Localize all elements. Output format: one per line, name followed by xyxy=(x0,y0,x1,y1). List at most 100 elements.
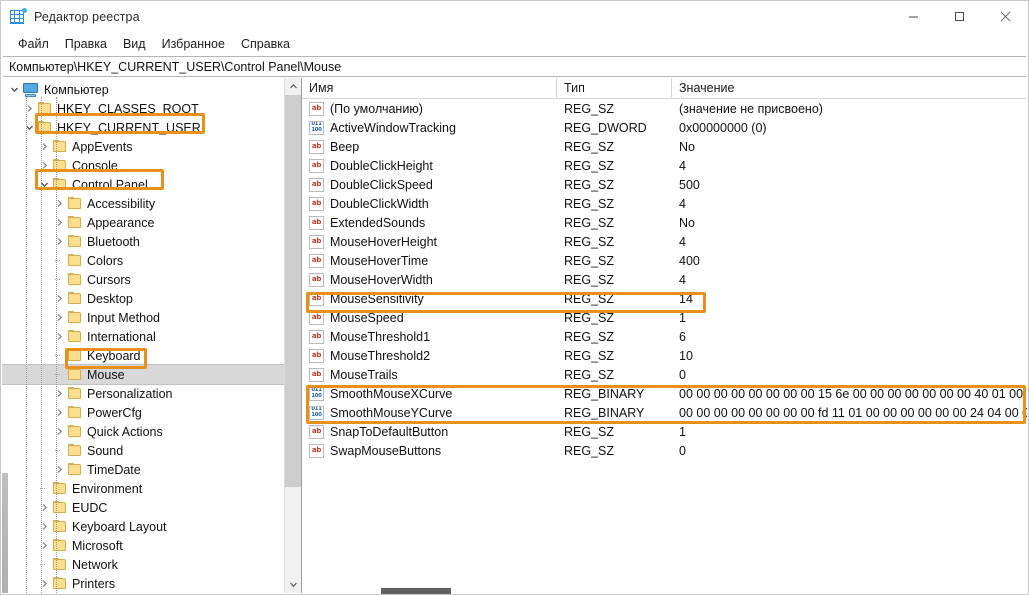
chevron-up-icon[interactable] xyxy=(285,78,301,95)
chevron-down-icon[interactable] xyxy=(6,80,22,99)
chevron-right-icon[interactable] xyxy=(36,137,52,156)
chevron-right-icon[interactable] xyxy=(51,403,67,422)
table-row[interactable]: ab DoubleClickSpeed REG_SZ 500 xyxy=(302,175,1027,194)
tree-item-colors[interactable]: Colors xyxy=(2,251,284,270)
value-data: 4 xyxy=(679,158,686,173)
binary-value-icon: 011 100 xyxy=(309,120,324,135)
tree-item-label: PowerCfg xyxy=(87,405,142,420)
registry-tree[interactable]: Компьютер HKEY_CLASSES_ROOT HKEY_CURRENT_U… xyxy=(2,78,284,593)
menu-item-файл[interactable]: Файл xyxy=(10,35,57,54)
tree-item-microsoft[interactable]: Microsoft xyxy=(2,536,284,555)
tree-item-hkey-current-user[interactable]: HKEY_CURRENT_USER xyxy=(2,118,284,137)
tree-item-accessibility[interactable]: Accessibility xyxy=(2,194,284,213)
chevron-right-icon[interactable] xyxy=(51,460,67,479)
menu-item-правка[interactable]: Правка xyxy=(57,35,115,54)
table-row[interactable]: ab MouseThreshold1 REG_SZ 6 xyxy=(302,327,1027,346)
menu-item-вид[interactable]: Вид xyxy=(115,35,154,54)
menu-item-справка[interactable]: Справка xyxy=(233,35,298,54)
tree-item-printers[interactable]: Printers xyxy=(2,574,284,593)
tree-item-control-panel[interactable]: Control Panel xyxy=(2,175,284,194)
tree-item-eudc[interactable]: EUDC xyxy=(2,498,284,517)
address-bar[interactable]: Компьютер\HKEY_CURRENT_USER\Control Pane… xyxy=(3,56,1026,77)
table-row[interactable]: ab MouseHoverWidth REG_SZ 4 xyxy=(302,270,1027,289)
table-row[interactable]: ab MouseHoverTime REG_SZ 400 xyxy=(302,251,1027,270)
tree-item-timedate[interactable]: TimeDate xyxy=(2,460,284,479)
chevron-down-icon[interactable] xyxy=(21,118,37,137)
value-data-cell: 14 xyxy=(672,290,1027,308)
menu-item-избранное[interactable]: Избранное xyxy=(154,35,233,54)
tree-item-mouse[interactable]: Mouse xyxy=(2,364,284,385)
tree-scrollbar-thumb[interactable] xyxy=(285,95,301,487)
tree-guide-line xyxy=(26,97,27,593)
chevron-down-icon[interactable] xyxy=(36,175,52,194)
tree-item-network[interactable]: Network xyxy=(2,555,284,574)
column-header-value[interactable]: Значение xyxy=(672,78,1027,98)
chevron-right-icon[interactable] xyxy=(51,213,67,232)
value-data: 6 xyxy=(679,329,686,344)
tree-item-personalization[interactable]: Personalization xyxy=(2,384,284,403)
minimize-icon[interactable] xyxy=(890,1,936,32)
column-header-type[interactable]: Тип xyxy=(557,78,672,98)
table-row[interactable]: 011 100 SmoothMouseYCurve REG_BINARY 00 00 0… xyxy=(302,403,1027,422)
table-row[interactable]: ab MouseThreshold2 REG_SZ 10 xyxy=(302,346,1027,365)
tree-item-console[interactable]: Console xyxy=(2,156,284,175)
folder-icon xyxy=(67,463,83,476)
registry-editor-window: Редактор реестра Файл Правка Вид Избранное С… xyxy=(0,0,1029,595)
value-name: MouseSensitivity xyxy=(330,291,424,306)
tree-scrollbar[interactable] xyxy=(284,78,301,593)
tree-leaf-marker xyxy=(51,346,67,365)
table-row[interactable]: ab DoubleClickWidth REG_SZ 4 xyxy=(302,194,1027,213)
tree-item-label: Keyboard xyxy=(87,348,141,363)
tree-item-hkey-classes-root[interactable]: HKEY_CLASSES_ROOT xyxy=(2,99,284,118)
chevron-right-icon[interactable] xyxy=(36,156,52,175)
maximize-icon[interactable] xyxy=(936,1,982,32)
table-row[interactable]: 011 100 SmoothMouseXCurve REG_BINARY 00 00 0… xyxy=(302,384,1027,403)
tree-item-keyboard[interactable]: Keyboard xyxy=(2,346,284,365)
tree-item-quick-actions[interactable]: Quick Actions xyxy=(2,422,284,441)
value-data-cell: 4 xyxy=(672,233,1027,251)
chevron-right-icon[interactable] xyxy=(36,517,52,536)
folder-icon xyxy=(67,311,83,324)
chevron-right-icon[interactable] xyxy=(21,99,37,118)
chevron-down-icon[interactable] xyxy=(285,576,301,593)
registry-values-list[interactable]: ab (По умолчанию) REG_SZ (значение не присв… xyxy=(302,99,1027,593)
chevron-right-icon[interactable] xyxy=(51,194,67,213)
table-row[interactable]: ab DoubleClickHeight REG_SZ 4 xyxy=(302,156,1027,175)
chevron-right-icon[interactable] xyxy=(51,384,67,403)
chevron-right-icon[interactable] xyxy=(51,422,67,441)
tree-item-cursors[interactable]: Cursors xyxy=(2,270,284,289)
tree-item-appearance[interactable]: Appearance xyxy=(2,213,284,232)
table-row[interactable]: ab Beep REG_SZ No xyxy=(302,137,1027,156)
chevron-right-icon[interactable] xyxy=(36,574,52,593)
table-row[interactable]: ab MouseSensitivity REG_SZ 14 xyxy=(302,289,1027,308)
tree-item-bluetooth[interactable]: Bluetooth xyxy=(2,232,284,251)
tree-item-sound[interactable]: Sound xyxy=(2,441,284,460)
table-row[interactable]: 011 100 ActiveWindowTracking REG_DWORD 0x000… xyxy=(302,118,1027,137)
table-row[interactable]: ab MouseTrails REG_SZ 0 xyxy=(302,365,1027,384)
chevron-right-icon[interactable] xyxy=(51,289,67,308)
value-data: 1 xyxy=(679,310,686,325)
table-row[interactable]: ab (По умолчанию) REG_SZ (значение не присв… xyxy=(302,99,1027,118)
table-row[interactable]: ab ExtendedSounds REG_SZ No xyxy=(302,213,1027,232)
chevron-right-icon[interactable] xyxy=(51,308,67,327)
table-row[interactable]: ab MouseHoverHeight REG_SZ 4 xyxy=(302,232,1027,251)
table-row[interactable]: ab SnapToDefaultButton REG_SZ 1 xyxy=(302,422,1027,441)
tree-item-appevents[interactable]: AppEvents xyxy=(2,137,284,156)
tree-item-input-method[interactable]: Input Method xyxy=(2,308,284,327)
column-header-name[interactable]: Имя xyxy=(302,78,557,98)
table-row[interactable]: ab SwapMouseButtons REG_SZ 0 xyxy=(302,441,1027,460)
table-row[interactable]: ab MouseSpeed REG_SZ 1 xyxy=(302,308,1027,327)
tree-item-international[interactable]: International xyxy=(2,327,284,346)
tree-item-keyboard-layout[interactable]: Keyboard Layout xyxy=(2,517,284,536)
value-type-cell: REG_SZ xyxy=(557,309,672,327)
tree-item-desktop[interactable]: Desktop xyxy=(2,289,284,308)
chevron-right-icon[interactable] xyxy=(51,327,67,346)
tree-item-environment[interactable]: Environment xyxy=(2,479,284,498)
close-icon[interactable] xyxy=(982,1,1028,32)
chevron-right-icon[interactable] xyxy=(36,498,52,517)
chevron-right-icon[interactable] xyxy=(51,232,67,251)
tree-item-powercfg[interactable]: PowerCfg xyxy=(2,403,284,422)
tree-item--[interactable]: Компьютер xyxy=(2,80,284,99)
chevron-right-icon[interactable] xyxy=(36,536,52,555)
folder-icon xyxy=(37,102,53,115)
